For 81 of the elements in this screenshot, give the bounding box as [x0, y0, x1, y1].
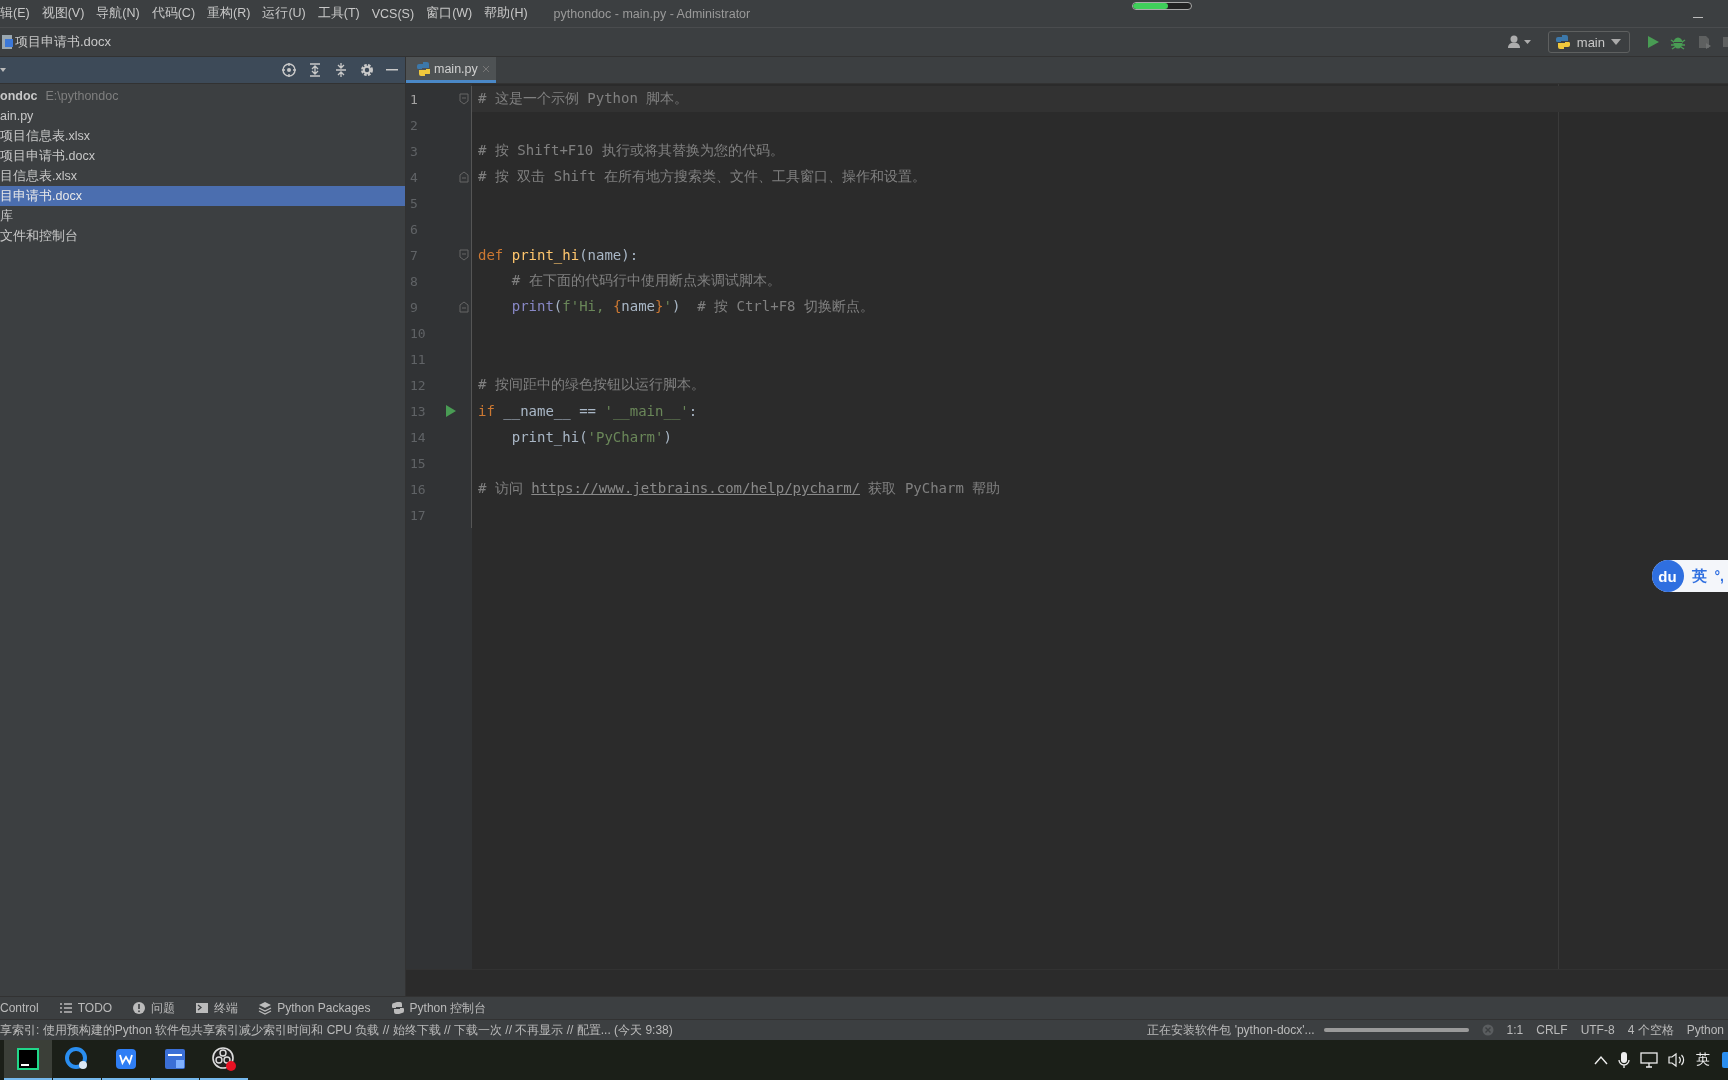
recorder-icon — [211, 1046, 237, 1072]
expand-all-icon[interactable] — [307, 62, 323, 78]
menu-item[interactable]: 运行(U) — [256, 5, 312, 22]
folder-name: ondoc — [0, 89, 38, 103]
info-icon — [132, 1001, 147, 1015]
run-icon[interactable] — [445, 404, 457, 418]
code-line: # 在下面的代码行中使用断点来调试脚本。 — [510, 272, 781, 290]
status-item[interactable]: UTF-8 — [1580, 1023, 1615, 1037]
breadcrumb[interactable]: 项目申请书.docx — [15, 33, 112, 51]
code-line: def print_hi(name): — [478, 247, 639, 263]
tool-window-tab[interactable]: TODO — [58, 1001, 113, 1015]
status-item[interactable]: CRLF — [1536, 1023, 1568, 1037]
tool-window-tab[interactable]: Control — [0, 1001, 39, 1015]
tree-item[interactable]: 项目信息表.xlsx — [0, 126, 405, 146]
code-line: # 这是一个示例 Python 脚本。 — [478, 90, 689, 108]
file-tab[interactable]: main.py — [406, 57, 496, 83]
menu-item[interactable]: 工具(T) — [311, 5, 366, 22]
status-item[interactable]: Python — [1686, 1023, 1724, 1037]
code-line: print(f'Hi, {name}') # 按 Ctrl+F8 切换断点。 — [510, 298, 874, 316]
microphone-icon[interactable] — [1618, 1051, 1630, 1069]
run-icon[interactable] — [1646, 34, 1660, 50]
network-icon[interactable] — [1640, 1052, 1658, 1068]
tree-item[interactable]: 目申请书.docx — [0, 186, 405, 206]
chevron-up-icon[interactable] — [1594, 1055, 1608, 1065]
link[interactable]: https://www.jetbrains.com/help/pycharm/ — [531, 480, 861, 496]
code-line: # 按间距中的绿色按钮以运行脚本。 — [478, 376, 705, 394]
pycharm-icon — [15, 1046, 41, 1072]
menu-item[interactable]: 帮助(H) — [478, 5, 534, 22]
menu-item[interactable]: 重构(R) — [201, 5, 257, 22]
window-title: pythondoc - main.py - Administrator — [553, 6, 751, 21]
tool-window-tab[interactable]: Python 控制台 — [390, 999, 487, 1017]
collapse-all-icon[interactable] — [333, 62, 349, 78]
python-icon — [1554, 34, 1571, 50]
punctuation-toggle[interactable]: °, — [1714, 568, 1724, 584]
tree-item[interactable]: ain.py — [0, 106, 405, 126]
layers-icon — [258, 1001, 273, 1015]
code-line: if __name__ == '__main__': — [478, 403, 698, 419]
progress-bar — [1132, 2, 1192, 10]
caret-icon — [1611, 39, 1621, 45]
tool-window-tab[interactable]: 问题 — [132, 999, 176, 1017]
menu-item[interactable]: 代码(C) — [145, 5, 202, 22]
input-language-indicator[interactable]: 英 — [1696, 1051, 1710, 1069]
settings-icon[interactable] — [359, 62, 375, 78]
tool-window-tab[interactable]: 终端 — [195, 999, 239, 1017]
volume-icon[interactable] — [1668, 1052, 1686, 1068]
app-tray-icon[interactable] — [1720, 1051, 1728, 1069]
taskbar-app[interactable] — [4, 1040, 52, 1080]
menu-item[interactable]: 窗口(W) — [420, 5, 479, 22]
status-item[interactable]: 4 个空格 — [1627, 1021, 1674, 1039]
menu-item[interactable]: VCS(S) — [365, 6, 421, 21]
locate-icon[interactable] — [281, 62, 297, 78]
status-item[interactable]: 1:1 — [1506, 1023, 1524, 1037]
python-icon — [390, 1001, 405, 1015]
status-message: 享索引: 使用预构建的Python 软件包共享索引减少索引时间和 CPU 负载 // 始终下载 // 下载一次 // 不再显示 // 配置... (今天 9:38) — [0, 1021, 673, 1039]
background-task-label: 正在安装软件包 'python-docx'... — [1147, 1021, 1315, 1039]
code-line: # 按 双击 Shift 在所有地方搜索类、文件、工具窗口、操作和设置。 — [478, 168, 927, 186]
document-icon — [0, 34, 14, 50]
tree-item[interactable]: ondoc E:\pythondoc — [0, 86, 405, 106]
tree-item[interactable]: 目信息表.xlsx — [0, 166, 405, 186]
menu-item[interactable]: 辑(E) — [0, 5, 36, 22]
code-line: print_hi('PyCharm') — [510, 429, 672, 445]
tree-item[interactable]: 项目申请书.docx — [0, 146, 405, 166]
code-line: # 按 Shift+F10 执行或将其替换为您的代码。 — [478, 142, 784, 160]
work-app-icon — [162, 1046, 188, 1072]
input-mode-toggle[interactable]: 英 — [1691, 566, 1707, 586]
python-file-icon — [416, 60, 430, 77]
list-icon — [58, 1001, 73, 1015]
tree-item[interactable]: 文件和控制台 — [0, 226, 405, 246]
line-number: 1 — [409, 91, 419, 107]
browser-icon — [64, 1046, 90, 1072]
terminal-icon — [195, 1001, 210, 1015]
code-line: # 访问 https://www.jetbrains.com/help/pycharm/ 获取 PyCharm 帮助 — [478, 480, 1001, 498]
caret-icon[interactable] — [0, 67, 6, 73]
run-configuration-dropdown[interactable]: main — [1547, 31, 1630, 53]
menu-item[interactable]: 视图(V) — [35, 5, 91, 22]
folder-path: E:\pythondoc — [45, 89, 119, 103]
user-dropdown-icon[interactable] — [1505, 34, 1532, 50]
tool-window-tab[interactable]: Python Packages — [258, 1001, 371, 1015]
menu-item[interactable]: 导航(N) — [90, 5, 146, 22]
document-app-icon — [113, 1046, 139, 1072]
tree-item[interactable]: 库 — [0, 206, 405, 226]
